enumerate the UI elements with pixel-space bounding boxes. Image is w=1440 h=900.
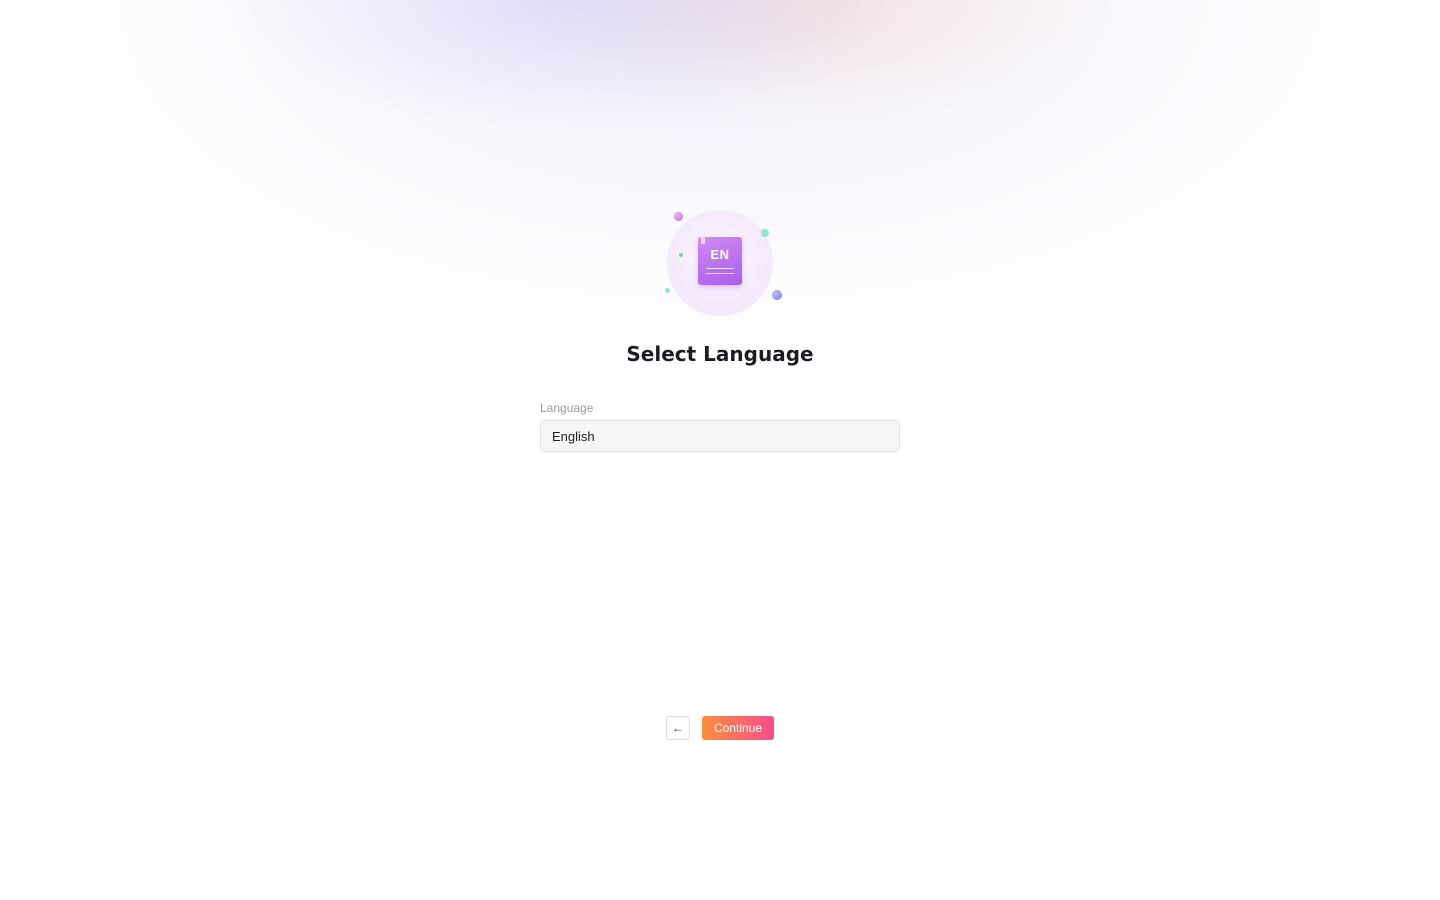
decor-dot-pink [674, 212, 683, 221]
onboarding-page: EN Select Language Language English ← Co… [0, 0, 1440, 900]
bookmark-tag [701, 237, 705, 244]
decor-dot-cyan [665, 288, 670, 293]
decor-dot-violet [772, 290, 782, 300]
book-line [706, 268, 734, 269]
book-language-code: EN [710, 247, 730, 262]
language-select[interactable]: English [540, 420, 900, 452]
language-book-icon: EN [698, 237, 742, 285]
page-title: Select Language [626, 342, 814, 366]
book-line [706, 273, 734, 274]
language-illustration: EN [660, 205, 785, 320]
back-button[interactable]: ← [666, 716, 690, 740]
arrow-left-icon: ← [672, 721, 684, 735]
decor-dot-green [679, 253, 683, 257]
decor-dot-teal [761, 229, 769, 237]
language-select-value: English [552, 429, 595, 444]
continue-button[interactable]: Continue [702, 716, 774, 740]
language-field-label: Language [540, 401, 594, 415]
